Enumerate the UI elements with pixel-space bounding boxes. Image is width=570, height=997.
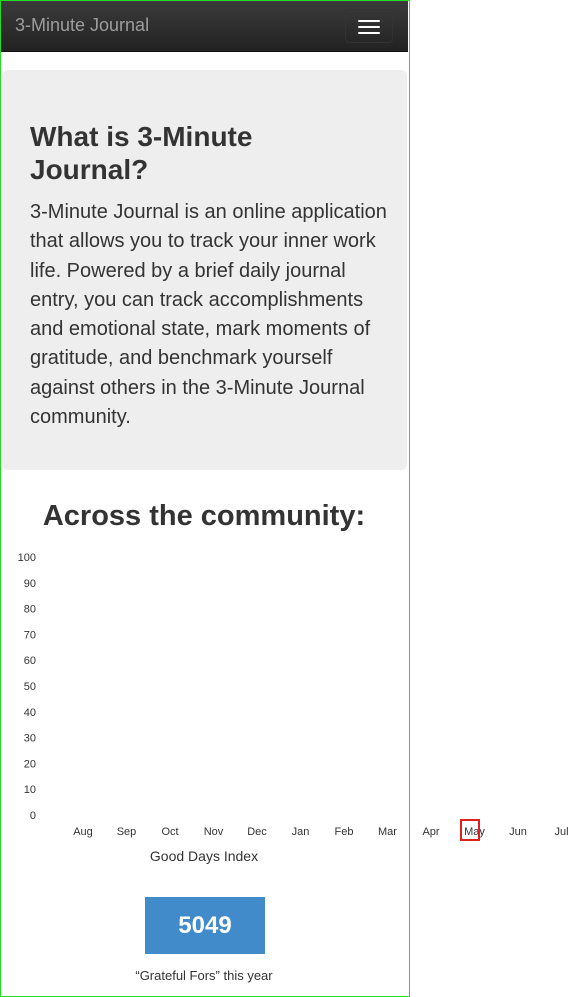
x-tick-label: Oct	[161, 826, 178, 838]
menu-toggle-button[interactable]	[345, 9, 393, 43]
y-tick-label: 70	[24, 629, 36, 641]
x-tick-label: Aug	[73, 826, 93, 838]
y-tick-label: 10	[24, 784, 36, 796]
y-tick-label: 40	[24, 707, 36, 719]
hamburger-icon	[358, 20, 380, 22]
y-tick-label: 100	[18, 552, 36, 564]
y-tick-label: 20	[24, 758, 36, 770]
x-tick-label: Apr	[422, 826, 439, 838]
good-days-chart: 0 10 20 30 40 50 60 70 80 90 100 Aug Sep Oct Nov Dec Jan…	[18, 552, 569, 838]
chart-xlabel: Good Days Index	[149, 848, 259, 864]
y-tick-label: 60	[24, 655, 36, 667]
y-tick-label: 90	[24, 578, 36, 590]
y-tick-label: 80	[24, 604, 36, 616]
x-tick-label: Jan	[292, 826, 310, 838]
hamburger-icon	[358, 26, 380, 28]
x-tick-label: Jul	[554, 826, 568, 838]
grateful-fors-count: 5049	[145, 897, 265, 954]
intro-text: 3-Minute Journal is an online applicatio…	[30, 201, 387, 429]
intro-title: What is 3-Minute Journal?	[30, 121, 253, 185]
x-tick-label: Mar	[378, 826, 397, 838]
hamburger-icon	[358, 32, 380, 34]
intro-panel: What is 3-Minute Journal? 3-Minute Journ…	[2, 70, 407, 470]
community-title: Across the community:	[42, 500, 366, 532]
x-tick-label: Sep	[117, 826, 137, 838]
x-tick-label: Dec	[247, 826, 267, 838]
y-tick-label: 50	[24, 681, 36, 693]
navbar: 3-Minute Journal	[1, 1, 408, 52]
y-tick-label: 0	[30, 810, 36, 822]
brand-link[interactable]: 3-Minute Journal	[15, 15, 149, 36]
highlight-box	[460, 819, 480, 841]
x-tick-label: Nov	[204, 826, 224, 838]
x-tick-label: Feb	[335, 826, 354, 838]
y-tick-label: 30	[24, 733, 36, 745]
grateful-fors-caption: “Grateful Fors” this year	[135, 968, 273, 983]
x-tick-label: Jun	[509, 826, 527, 838]
